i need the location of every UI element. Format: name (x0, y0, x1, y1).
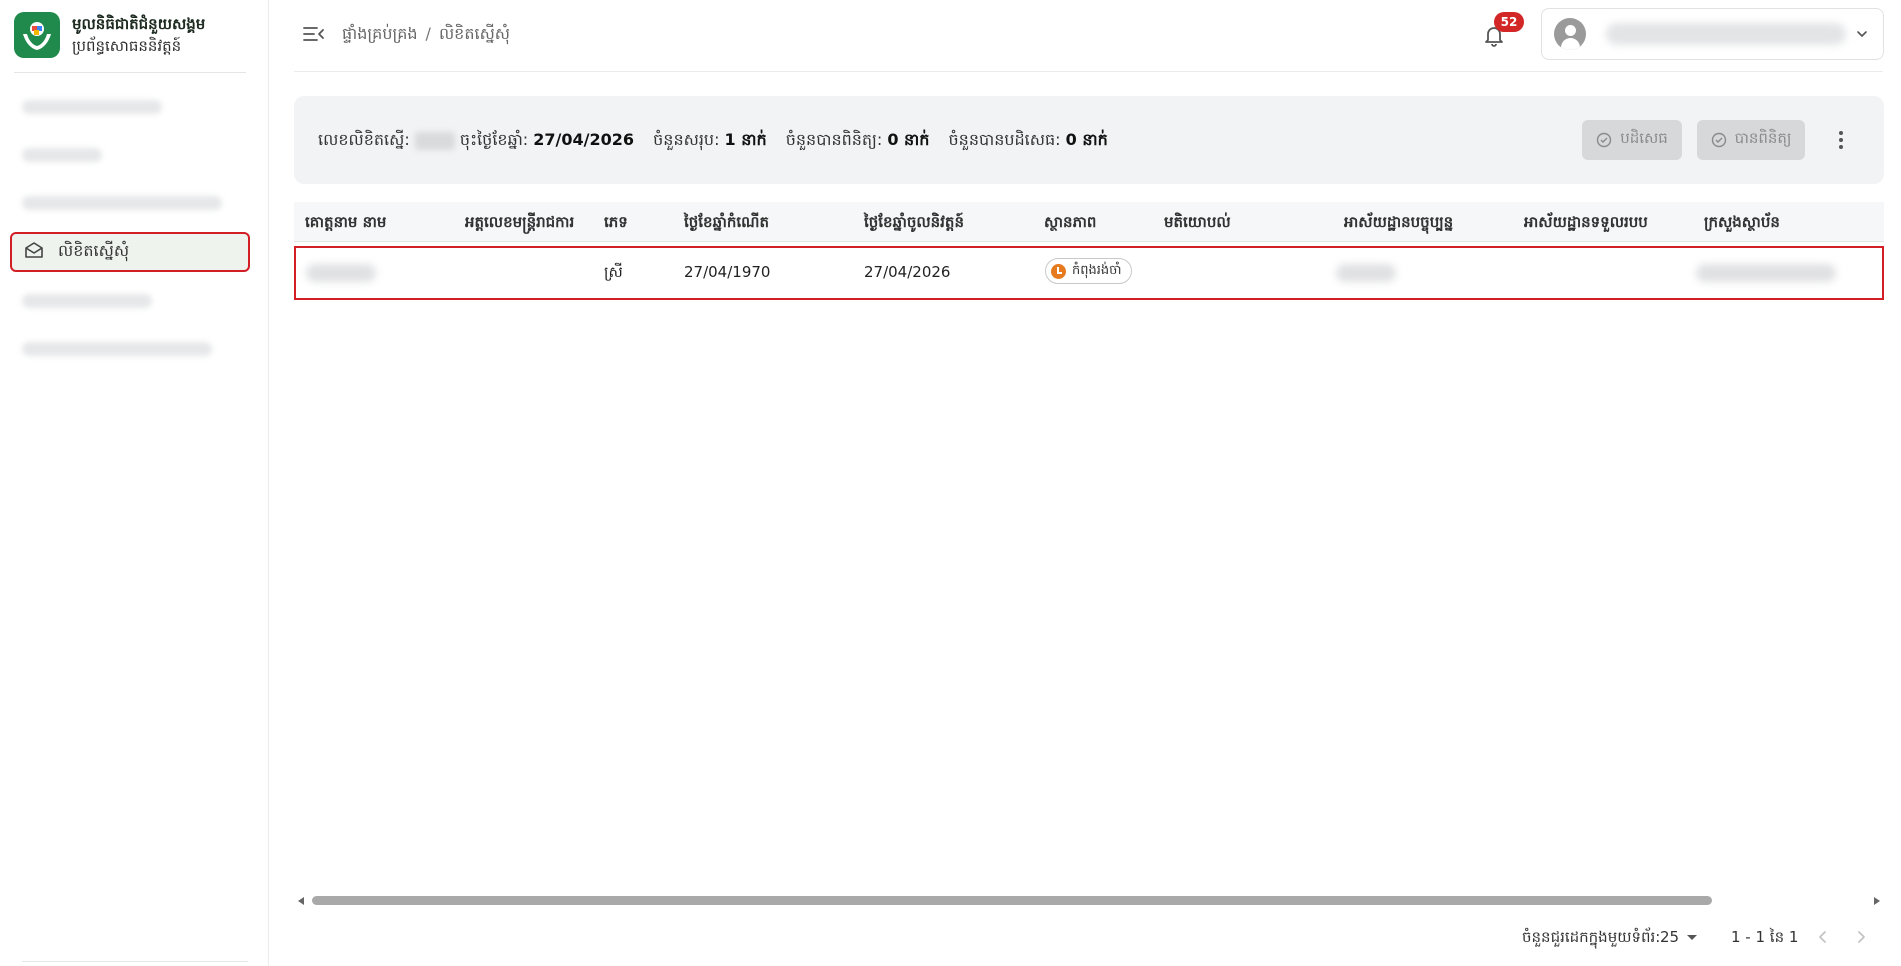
letter-number-redacted (414, 131, 455, 150)
birth-date-cell: 27/04/1970 (684, 263, 771, 281)
sidebar-item-redacted-5[interactable] (10, 330, 250, 368)
divider (14, 72, 246, 73)
brand-subtitle: ប្រព័ន្ធសោធននិវត្តន៍ (72, 37, 182, 55)
mark-checked-button[interactable]: បានពិនិត្យ (1697, 120, 1805, 160)
table-header: គោត្តនាម នាម អត្តលេខមន្ត្រីរាជការ ភេទ ថ្… (294, 202, 1884, 242)
user-menu[interactable] (1541, 8, 1884, 60)
column-header-status[interactable]: ស្ថានភាព (1044, 213, 1096, 235)
logo-icon (14, 12, 60, 58)
notification-badge: 52 (1494, 12, 1524, 32)
sidebar-item-label: លិខិតស្នើសុំ (58, 241, 130, 260)
sidebar-item-request-letters[interactable]: លិខិតស្នើសុំ (10, 232, 250, 272)
sidebar-item-redacted-3[interactable] (10, 184, 250, 222)
sidebar-item-redacted-4[interactable] (10, 282, 250, 320)
letter-number-label: លេខលិខិតស្នើ: (318, 130, 410, 149)
total-value: 1 នាក់ (724, 130, 767, 149)
envelope-open-icon (24, 240, 44, 264)
name-redacted (306, 264, 376, 282)
chevron-down-icon (1857, 31, 1867, 37)
chevron-left-icon[interactable] (1812, 926, 1834, 948)
clock-icon (1051, 263, 1066, 279)
table-row[interactable]: ស្រី 27/04/1970 27/04/2026 កំពុងរង់ចាំ (294, 246, 1884, 300)
topbar: ផ្ទាំងគ្រប់គ្រង / លិខិតស្នើសុំ 52 (294, 0, 1884, 72)
column-header-birth-date[interactable]: ថ្ងៃខែឆ្នាំកំណើត (684, 213, 769, 235)
gender-cell: ស្រី (604, 263, 623, 281)
total-label: ចំនួនសរុប: (653, 130, 720, 149)
breadcrumb-separator: / (425, 24, 431, 43)
breadcrumb: ផ្ទាំងគ្រប់គ្រង / លិខិតស្នើសុំ (342, 23, 510, 47)
status-label: កំពុងរង់ចាំ (1072, 262, 1122, 278)
chevron-right-icon[interactable] (1850, 926, 1872, 948)
date-label: ចុះថ្ងៃខែឆ្នាំ: (459, 130, 529, 149)
sidebar-item-redacted-2[interactable] (10, 136, 250, 174)
menu-toggle-icon[interactable] (303, 25, 325, 43)
mark-checked-button-label: បានពិនិត្យ (1734, 129, 1792, 147)
checked-value: 0 នាក់ (887, 130, 930, 149)
checked-label: ចំនួនបានពិនិត្យ: (785, 130, 883, 149)
column-header-current-address[interactable]: អាស័យដ្ឋានបច្ចុប្បន្ន (1344, 213, 1453, 235)
rows-per-page-label: ចំនួនជួរដេកក្នុងមួយទំព័រ: (1522, 928, 1661, 946)
user-name-redacted (1606, 23, 1846, 45)
breadcrumb-dashboard[interactable]: ផ្ទាំងគ្រប់គ្រង (342, 24, 418, 43)
brand-title: មូលនិធិជាតិជំនួយសង្គម (72, 15, 206, 33)
sidebar-nav: លិខិតស្នើសុំ (10, 88, 250, 378)
reject-button-label: បដិសេធ (1620, 129, 1668, 147)
status-badge: កំពុងរង់ចាំ (1045, 258, 1132, 284)
caret-down-icon (1687, 934, 1698, 940)
retire-date-cell: 27/04/2026 (864, 263, 951, 281)
rejected-value: 0 នាក់ (1065, 130, 1108, 149)
column-header-civil-servant-id[interactable]: អត្តលេខមន្ត្រីរាជការ (465, 213, 574, 235)
column-header-ministry[interactable]: ក្រសួងស្ថាប័ន (1704, 213, 1780, 235)
scroll-left-icon[interactable] (298, 897, 304, 905)
ministry-redacted (1696, 264, 1836, 282)
avatar (1554, 18, 1586, 50)
rows-per-page-select[interactable]: 25 (1660, 928, 1698, 946)
scrollbar-thumb[interactable] (312, 896, 1712, 905)
reject-button[interactable]: បដិសេធ (1582, 120, 1682, 160)
request-summary: លេខលិខិតស្នើ: ចុះថ្ងៃខែឆ្នាំ: 27/04/2026… (318, 129, 1108, 153)
sidebar-item-redacted-1[interactable] (10, 88, 250, 126)
pagination-range: 1 - 1 នៃ 1 (1731, 928, 1799, 946)
rows-per-page-value: 25 (1660, 928, 1680, 946)
column-header-gender[interactable]: ភេទ (604, 213, 628, 235)
column-header-comment[interactable]: មតិយោបល់ (1164, 213, 1231, 235)
divider (22, 961, 248, 962)
rejected-label: ចំនួនបានបដិសេធ: (948, 130, 1061, 149)
check-circle-icon (1596, 132, 1612, 148)
pensioner-table: គោត្តនាម នាម អត្តលេខមន្ត្រីរាជការ ភេទ ថ្… (294, 202, 1884, 904)
request-summary-bar: លេខលិខិតស្នើ: ចុះថ្ងៃខែឆ្នាំ: 27/04/2026… (294, 96, 1884, 184)
brand[interactable]: មូលនិធិជាតិជំនួយសង្គម ប្រព័ន្ធសោធននិវត្ត… (14, 12, 205, 58)
breadcrumb-current: លិខិតស្នើសុំ (438, 24, 511, 43)
scroll-right-icon[interactable] (1874, 897, 1880, 905)
more-vertical-icon[interactable] (1831, 128, 1851, 152)
column-header-name[interactable]: គោត្តនាម នាម (305, 213, 386, 235)
column-header-benefit-address[interactable]: អាស័យដ្ឋានទទួលរបប (1524, 213, 1648, 235)
check-circle-icon (1711, 132, 1726, 148)
horizontal-scrollbar[interactable] (294, 893, 1884, 911)
current-address-redacted (1336, 264, 1396, 282)
date-value: 27/04/2026 (533, 130, 635, 149)
column-header-retire-date[interactable]: ថ្ងៃខែឆ្នាំចូលនិវត្តន៍ (864, 213, 964, 235)
sidebar: មូលនិធិជាតិជំនួយសង្គម ប្រព័ន្ធសោធននិវត្ត… (0, 0, 269, 966)
